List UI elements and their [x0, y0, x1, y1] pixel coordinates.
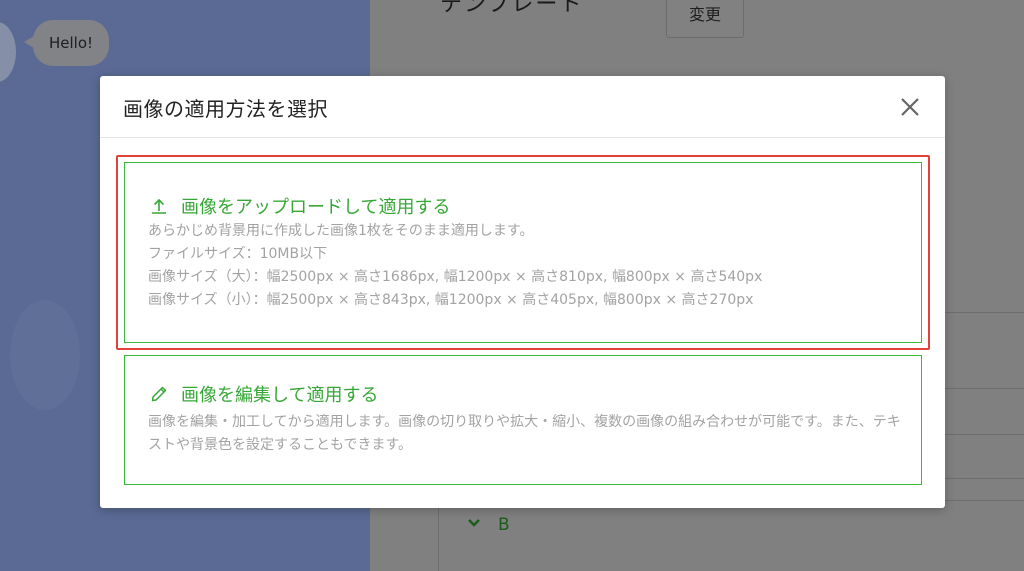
upload-option-title: 画像をアップロードして適用する [181, 197, 451, 218]
upload-option-line: ファイルサイズ：10MB以下 [148, 246, 328, 262]
chevron-down-icon[interactable] [468, 516, 480, 532]
dialog-title: 画像の適用方法を選択 [123, 97, 328, 121]
upload-option-line: 画像サイズ（大）：幅2500px × 高さ1686px, 幅1200px × 高… [148, 269, 763, 285]
pencil-icon [149, 384, 169, 404]
dialog-header: 画像の適用方法を選択 [100, 76, 945, 138]
upload-option-description: あらかじめ背景用に作成した画像1枚をそのまま適用します。 ファイルサイズ：10M… [148, 220, 901, 312]
upload-option-line: 画像サイズ（小）：幅2500px × 高さ843px, 幅1200px × 高さ… [148, 292, 754, 308]
preview-decoration [10, 300, 80, 410]
change-button[interactable]: 変更 [666, 0, 744, 38]
section-label[interactable]: B [498, 515, 510, 535]
divider [935, 312, 1024, 313]
upload-icon [149, 196, 169, 216]
divider [935, 478, 1024, 479]
edit-option-title: 画像を編集して適用する [181, 385, 379, 406]
section-panel [438, 500, 1024, 571]
upload-option-line: あらかじめ背景用に作成した画像1枚をそのまま適用します。 [148, 223, 534, 239]
edit-option-title-row: 画像を編集して適用する [149, 381, 378, 407]
edit-option-description: 画像を編集・加工してから適用します。画像の切り取りや拡大・縮小、複数の画像の組み… [148, 411, 901, 457]
divider [935, 388, 1024, 389]
upload-option[interactable]: 画像をアップロードして適用する あらかじめ背景用に作成した画像1枚をそのまま適用… [124, 162, 922, 343]
upload-option-title-row: 画像をアップロードして適用する [149, 193, 450, 219]
select-image-method-dialog: 画像の適用方法を選択 画像をアップロードして適用する あらかじめ背景用に作成した… [100, 76, 945, 508]
close-icon[interactable] [895, 92, 925, 122]
chat-bubble: Hello! [23, 20, 110, 66]
edit-option-line: 画像を編集・加工してから適用します。画像の切り取りや拡大・縮小、複数の画像の組み… [148, 414, 901, 453]
edit-option[interactable]: 画像を編集して適用する 画像を編集・加工してから適用します。画像の切り取りや拡大… [124, 355, 922, 485]
avatar [0, 22, 16, 82]
template-heading: テンプレート [440, 0, 584, 17]
divider [935, 434, 1024, 435]
